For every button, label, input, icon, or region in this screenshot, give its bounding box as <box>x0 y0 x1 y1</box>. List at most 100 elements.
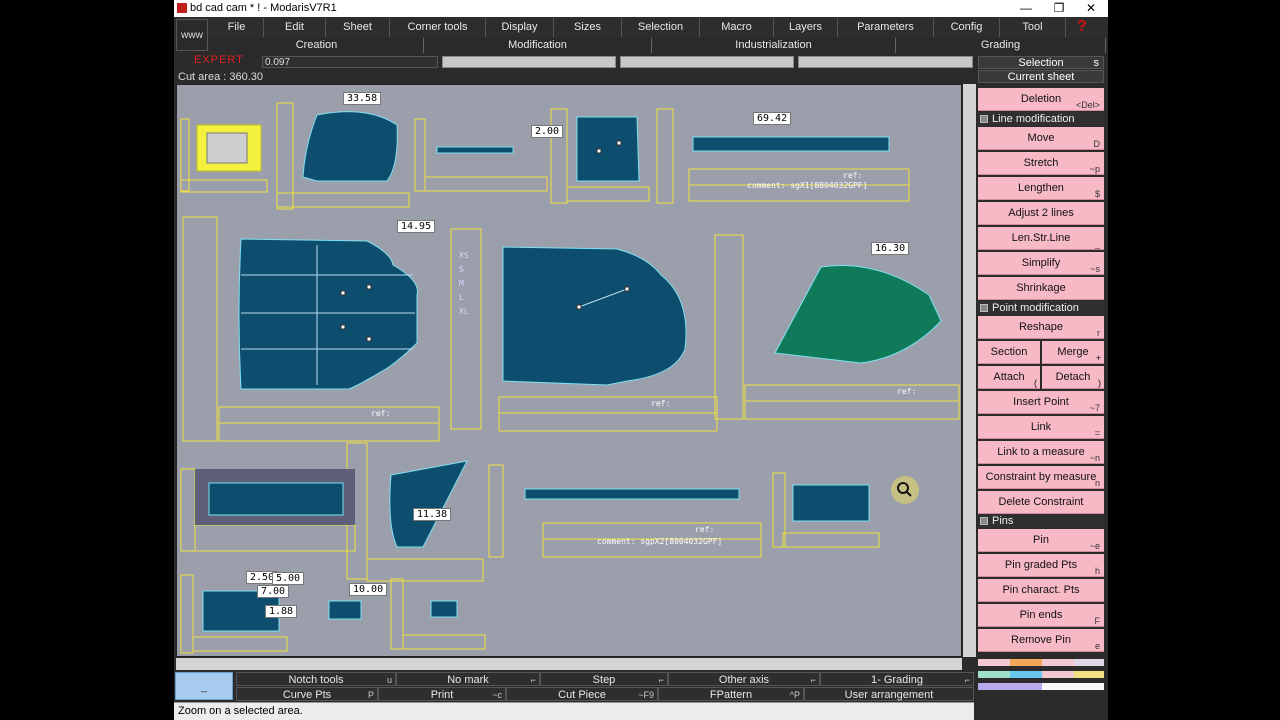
attach-button[interactable]: Attach( <box>978 366 1040 389</box>
remove-pin-button[interactable]: Remove Pin e <box>978 629 1104 652</box>
link-to-measure-button[interactable]: Link to a measure ~n <box>978 441 1104 464</box>
layer-swatch[interactable] <box>1074 659 1104 666</box>
stretch-button[interactable]: Stretch ~p <box>978 152 1104 175</box>
menu-tool[interactable]: Tool <box>1000 18 1066 37</box>
layer-swatch[interactable] <box>978 683 1042 690</box>
menu-layers[interactable]: Layers <box>774 18 838 37</box>
help-icon[interactable]: ? <box>1077 18 1087 36</box>
deletion-button[interactable]: Deletion <Del> <box>978 88 1104 111</box>
user-arrangement-button[interactable]: User arrangement <box>804 687 974 701</box>
pattern-piece <box>502 246 687 386</box>
tab-industrialization[interactable]: Industrialization <box>652 38 896 53</box>
selection-header[interactable]: Selection s <box>978 56 1104 69</box>
layer-swatch[interactable] <box>1042 659 1074 666</box>
shrinkage-button[interactable]: Shrinkage <box>978 277 1104 300</box>
pattern-piece <box>576 116 640 182</box>
info-frame <box>402 634 486 650</box>
ref-frame <box>498 396 718 432</box>
info-frame <box>194 524 356 552</box>
constraint-by-measure-button[interactable]: Constraint by measure n <box>978 466 1104 489</box>
detach-button[interactable]: Detach) <box>1042 366 1104 389</box>
tab-grading[interactable]: Grading <box>896 38 1106 53</box>
menu-sizes[interactable]: Sizes <box>554 18 622 37</box>
pattern-piece <box>302 111 398 182</box>
vertical-scrollbar[interactable] <box>963 84 976 657</box>
pin-button[interactable]: Pin ~e <box>978 529 1104 552</box>
other-axis-button[interactable]: Other axis ⌐ <box>668 672 820 686</box>
menu-macro[interactable]: Macro <box>700 18 774 37</box>
layer-swatch[interactable] <box>1042 683 1104 690</box>
thumbnail-piece-detail <box>206 132 248 164</box>
reshape-button[interactable]: Reshape r <box>978 316 1104 339</box>
ref-frame <box>218 406 440 442</box>
curve-pts-button[interactable]: Curve Pts P <box>236 687 378 701</box>
grading-button[interactable]: 1- Grading ⌐ <box>820 672 974 686</box>
ref-text: ref: <box>897 387 917 396</box>
menu-selection[interactable]: Selection <box>622 18 700 37</box>
simplify-button[interactable]: Simplify ~s <box>978 252 1104 275</box>
layer-swatch[interactable] <box>978 671 1010 678</box>
link-button[interactable]: Link = <box>978 416 1104 439</box>
size-frame <box>390 578 404 650</box>
current-sheet-header[interactable]: Current sheet <box>978 70 1104 83</box>
layer-swatch[interactable] <box>1074 671 1104 678</box>
measure-label: 5.00 <box>272 572 305 585</box>
menu-corner-tools[interactable]: Corner tools <box>390 18 486 37</box>
size-frame <box>414 118 426 192</box>
size-frame <box>656 108 674 204</box>
cut-piece-button[interactable]: Cut Piece ~F9 <box>506 687 658 701</box>
comment-text: comment: sgX1[8804032GPF] <box>747 181 868 190</box>
layer-swatch[interactable] <box>1010 671 1042 678</box>
measure-label: 10.00 <box>349 583 388 596</box>
layer-swatch[interactable] <box>978 659 1010 666</box>
delete-constraint-button[interactable]: Delete Constraint <box>978 491 1104 514</box>
adjust-2-lines-button[interactable]: Adjust 2 lines <box>978 202 1104 225</box>
pin-ends-button[interactable]: Pin ends F <box>978 604 1104 627</box>
fpattern-button[interactable]: FPattern ^P <box>658 687 804 701</box>
measure-label: 1.88 <box>265 605 298 618</box>
pins-toggle[interactable]: Pins <box>978 514 1104 528</box>
ref-text: ref: <box>651 399 671 408</box>
menu-display[interactable]: Display <box>486 18 554 37</box>
pattern-piece <box>328 600 362 620</box>
lengthen-button[interactable]: Lengthen $ <box>978 177 1104 200</box>
section-button[interactable]: Section <box>978 341 1040 364</box>
point-modification-toggle[interactable]: Point modification <box>978 301 1104 315</box>
menu-sheet[interactable]: Sheet <box>326 18 390 37</box>
notch-tools-button[interactable]: Notch tools u <box>236 672 396 686</box>
minimize-button[interactable]: — <box>1011 0 1041 17</box>
line-modification-toggle[interactable]: Line modification <box>978 112 1104 126</box>
tab-creation[interactable]: Creation <box>210 38 424 53</box>
menu-parameters[interactable]: Parameters <box>838 18 934 37</box>
pattern-canvas[interactable]: 33.58 2.00 69.42 14.95 16.30 11.38 10.00… <box>176 84 962 657</box>
horizontal-scrollbar[interactable] <box>176 658 962 670</box>
print-button[interactable]: Print ~c <box>378 687 506 701</box>
no-mark-button[interactable]: No mark ⌐ <box>396 672 540 686</box>
layer-swatch[interactable] <box>1010 659 1042 666</box>
layer-swatch[interactable] <box>1042 671 1074 678</box>
menu-edit[interactable]: Edit <box>264 18 326 37</box>
info-field-1 <box>442 56 616 68</box>
menu-config[interactable]: Config <box>934 18 1000 37</box>
menu-file[interactable]: File <box>210 18 264 37</box>
step-button[interactable]: Step ⌐ <box>540 672 668 686</box>
status-bar: Zoom on a selected area. <box>174 702 974 720</box>
move-button[interactable]: Move D <box>978 127 1104 150</box>
tool-preview-box[interactable]: _ <box>175 672 233 700</box>
measure-label: 16.30 <box>871 242 910 255</box>
pin-charact-pts-button[interactable]: Pin charact. Pts <box>978 579 1104 602</box>
pin-graded-pts-button[interactable]: Pin graded Pts h <box>978 554 1104 577</box>
len-str-line-button[interactable]: Len.Str.Line _ <box>978 227 1104 250</box>
info-frame <box>782 532 880 548</box>
tab-modification[interactable]: Modification <box>424 38 652 53</box>
www-button[interactable]: www <box>176 19 208 51</box>
info-frame <box>566 186 650 202</box>
app-icon <box>177 3 187 13</box>
merge-button[interactable]: Merge + <box>1042 341 1104 364</box>
value-field[interactable]: 0.097 <box>262 56 438 68</box>
insert-point-button[interactable]: Insert Point ~7 <box>978 391 1104 414</box>
info-field-2 <box>620 56 794 68</box>
maximize-button[interactable]: ❐ <box>1044 0 1074 17</box>
close-button[interactable]: ✕ <box>1076 0 1106 17</box>
pattern-piece <box>524 488 740 500</box>
